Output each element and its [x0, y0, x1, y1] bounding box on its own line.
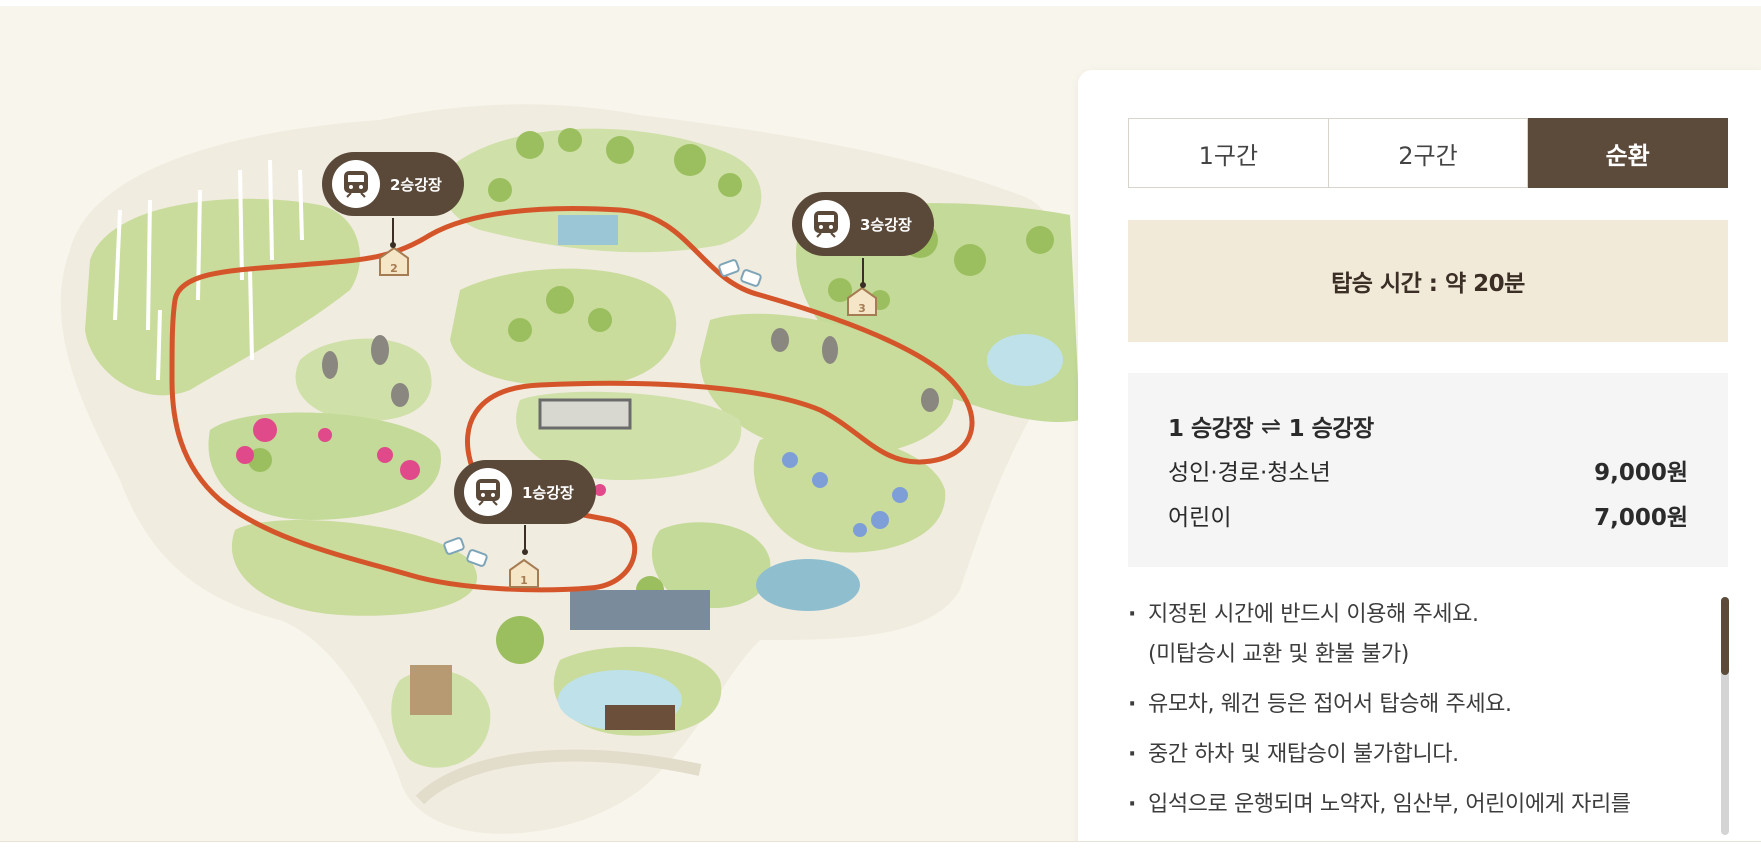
- ride-time-box: 탑승 시간 : 약 20분: [1128, 220, 1728, 342]
- note-item: 입석으로 운행되며 노약자, 임산부, 어린이에게 자리를: [1128, 785, 1708, 825]
- tab-section-1[interactable]: 1구간: [1128, 118, 1329, 188]
- greenhouse: [558, 215, 618, 245]
- swap-arrows-icon: ⇌: [1261, 412, 1281, 440]
- garden-patch-center: [450, 268, 677, 387]
- station-marker-2-number: 2: [390, 262, 398, 275]
- fare-box: 1 승강장 ⇌ 1 승강장 성인·경로·청소년 9,000원 어린이 7,000…: [1128, 373, 1728, 567]
- ride-time-text: 탑승 시간 : 약 20분: [1331, 271, 1525, 297]
- pond-ne: [987, 334, 1063, 386]
- fare-price: 9,000원: [1594, 460, 1688, 486]
- notes-list[interactable]: 지정된 시간에 반드시 이용해 주세요. (미탑승시 교환 및 환불 불가) 유…: [1128, 595, 1708, 850]
- fare-label: 성인·경로·청소년: [1168, 460, 1331, 486]
- notes-scrollbar[interactable]: [1721, 597, 1729, 835]
- tab-loop[interactable]: 순환: [1528, 118, 1729, 188]
- hanok: [605, 705, 675, 730]
- fare-route-from: 1 승강장: [1168, 416, 1254, 442]
- note-item: 유모차, 웨건 등은 접어서 탑승해 주세요.: [1128, 685, 1708, 725]
- main-building: [538, 398, 632, 430]
- tab-section-2[interactable]: 2구간: [1328, 118, 1529, 188]
- note-subtext: (미탑승시 교환 및 환불 불가): [1148, 642, 1409, 667]
- fare-price: 7,000원: [1594, 505, 1688, 531]
- note-text: 중간 하차 및 재탑승이 불가합니다.: [1148, 742, 1459, 767]
- section-tabs: 1구간 2구간 순환: [1128, 118, 1729, 188]
- station-label-3-text: 3승강장: [860, 216, 912, 234]
- note-text: 입석으로 운행되며 노약자, 임산부, 어린이에게 자리를: [1148, 792, 1631, 817]
- note-item: 중간 하차 및 재탑승이 불가합니다.: [1128, 735, 1708, 775]
- station-label-2-text: 2승강장: [390, 176, 442, 194]
- bottom-band: [0, 841, 1761, 850]
- note-item: 지정된 시간에 반드시 이용해 주세요. (미탑승시 교환 및 환불 불가): [1128, 595, 1708, 675]
- fare-row-child: 어린이 7,000원: [1168, 498, 1688, 532]
- garden-map: 2 3 1 2승강장 3승강장 1승강장: [60, 104, 1080, 834]
- fare-route: 1 승강장 ⇌ 1 승강장: [1168, 409, 1374, 443]
- south-building: [410, 665, 452, 715]
- fare-row-adult: 성인·경로·청소년 9,000원: [1168, 453, 1688, 487]
- visitor-center: [570, 590, 710, 630]
- light-pond: [756, 559, 860, 611]
- info-panel: 1구간 2구간 순환 탑승 시간 : 약 20분 1 승강장 ⇌ 1 승강장 성…: [1078, 70, 1761, 850]
- note-text: 유모차, 웨건 등은 접어서 탑승해 주세요.: [1148, 692, 1512, 717]
- station-marker-3-number: 3: [858, 302, 866, 315]
- note-text: 지정된 시간에 반드시 이용해 주세요.: [1148, 602, 1479, 627]
- fare-route-to: 1 승강장: [1288, 416, 1375, 442]
- station-marker-1-number: 1: [520, 574, 528, 587]
- station-label-1-text: 1승강장: [522, 484, 574, 502]
- notes-scrollbar-thumb[interactable]: [1721, 597, 1729, 675]
- page: 2 3 1 2승강장 3승강장 1승강장 1구간 2구간 순환 탑승 시간: …: [0, 0, 1761, 850]
- fare-label: 어린이: [1168, 505, 1232, 531]
- rock-garden-patch: [295, 338, 432, 421]
